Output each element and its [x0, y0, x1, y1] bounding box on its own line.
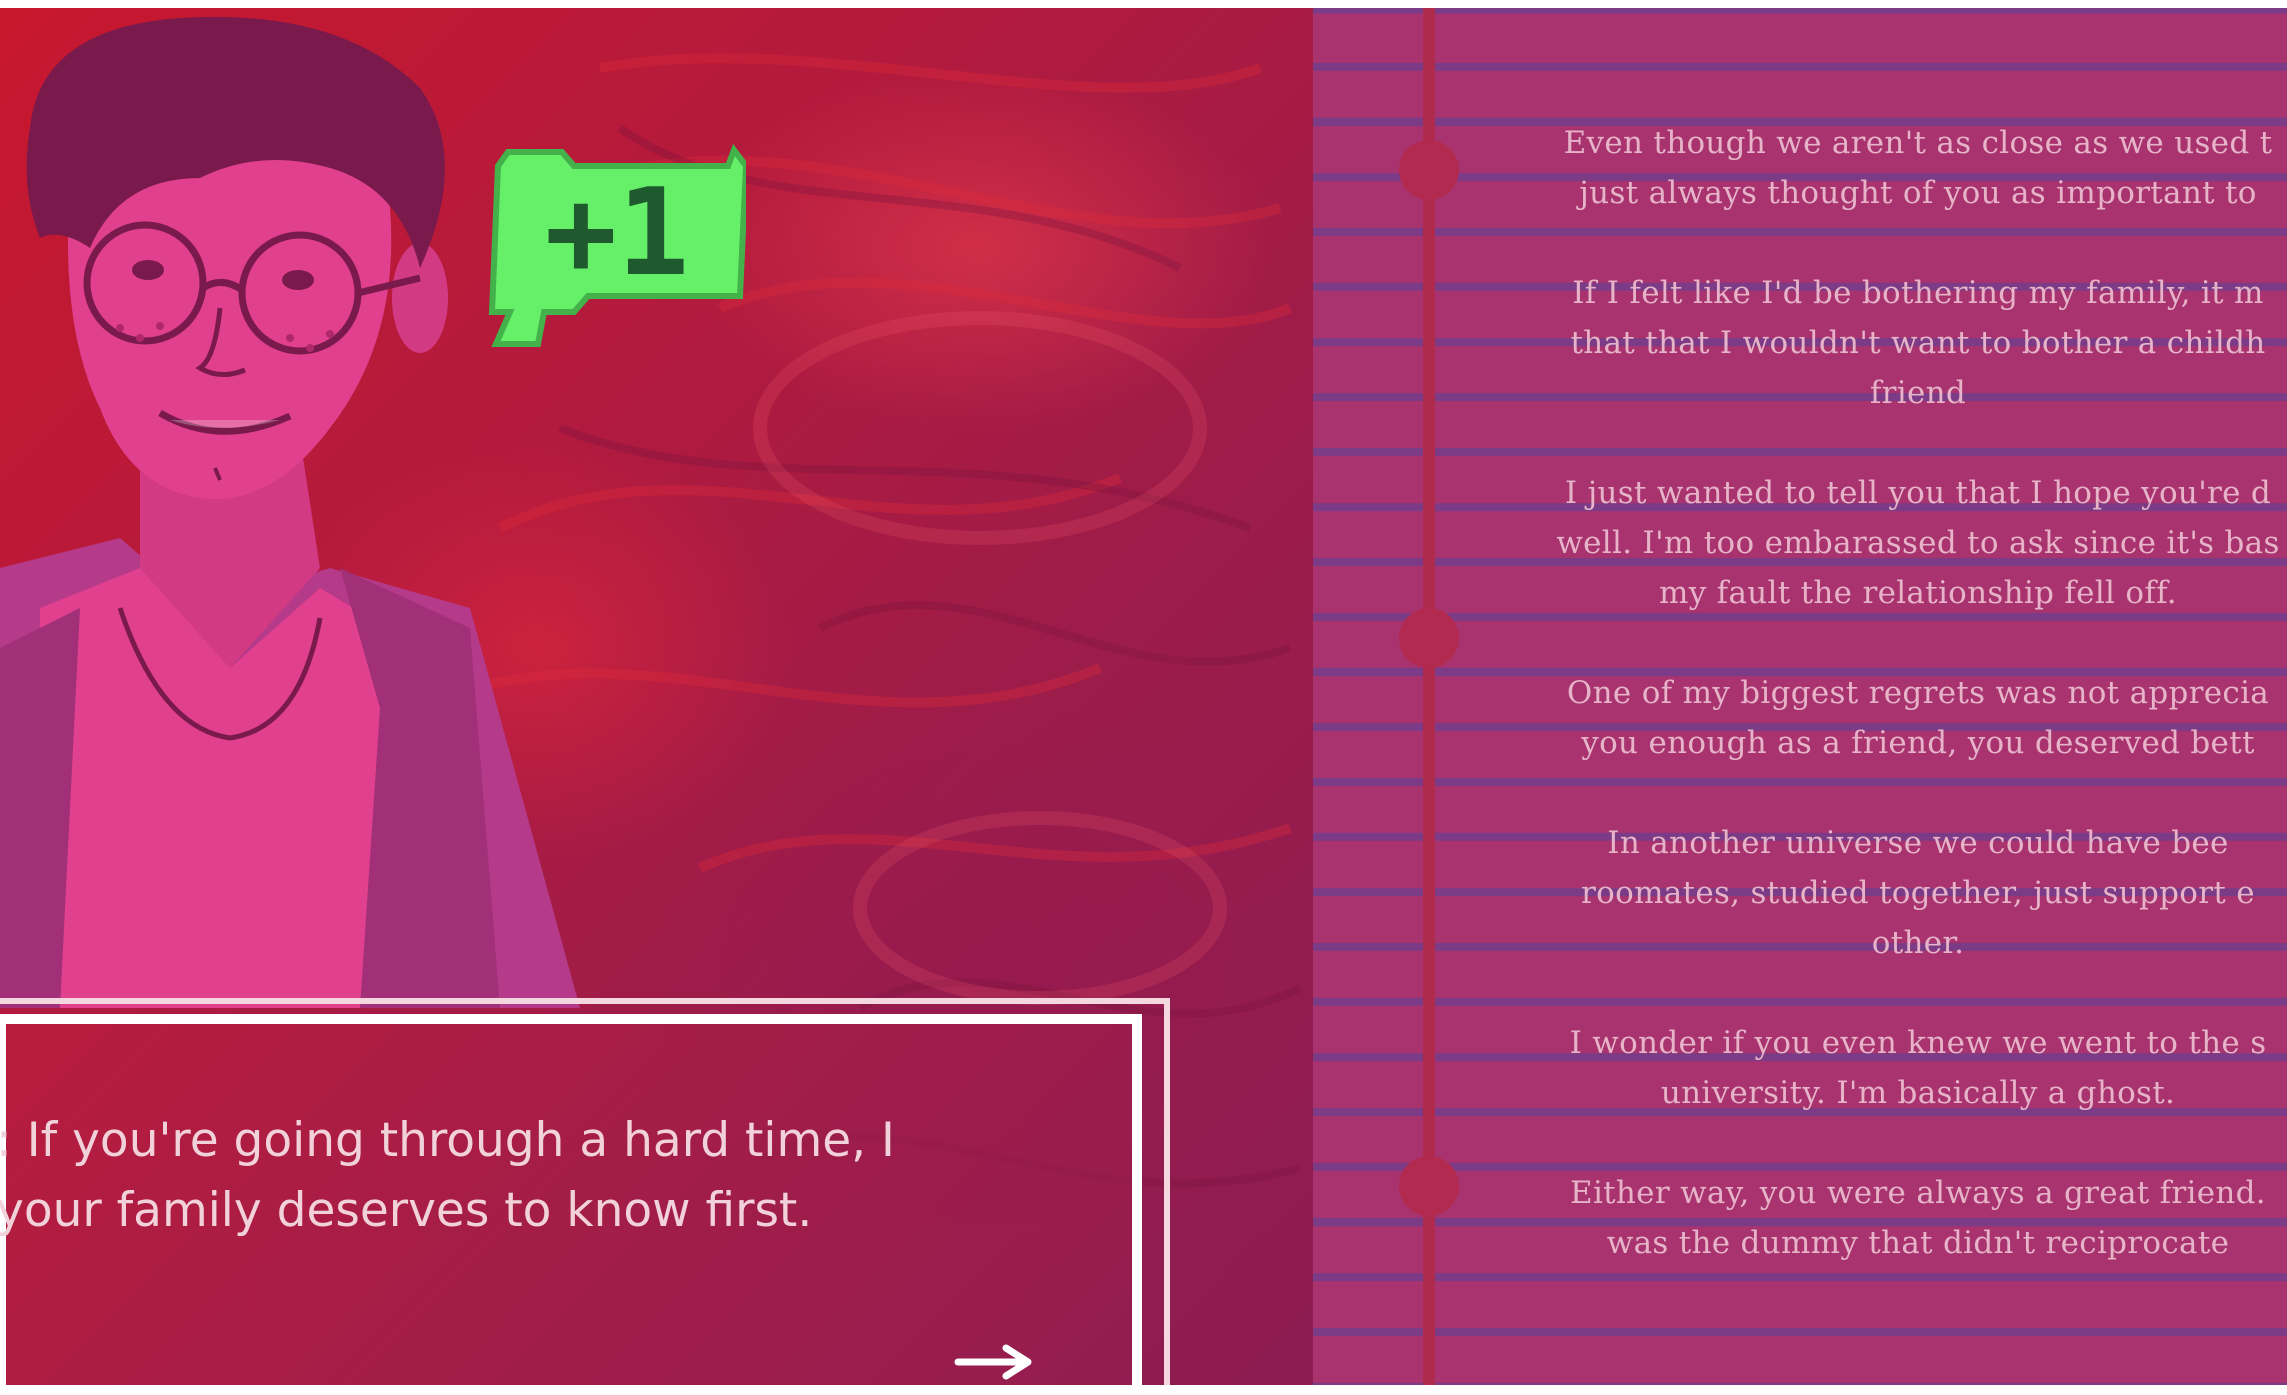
scene-background: +1 : If you're going through a hard time… — [0, 8, 1313, 1385]
notebook-entries: Even though we aren't as close as we use… — [1468, 118, 2287, 1318]
binder-hole — [1399, 140, 1459, 200]
notebook-entry: If I felt like I'd be bothering my famil… — [1570, 275, 2266, 411]
notebook-entry: I wonder if you even knew we went to the… — [1569, 1025, 2267, 1111]
dialogue-text: : If you're going through a hard time, I… — [0, 1113, 895, 1238]
dialogue-panel: : If you're going through a hard time, I… — [0, 1014, 1142, 1385]
arrow-right-icon[interactable] — [954, 1342, 1034, 1382]
points-label: +1 — [544, 164, 690, 303]
dialogue-box[interactable]: : If you're going through a hard time, I… — [0, 998, 1170, 1385]
notebook-entry: One of my biggest regrets was not apprec… — [1566, 675, 2270, 761]
points-badge: +1 — [488, 136, 750, 354]
notebook-entry: Even though we aren't as close as we use… — [1563, 125, 2273, 211]
game-screen: +1 : If you're going through a hard time… — [0, 8, 2287, 1385]
notebook-panel: Even though we aren't as close as we use… — [1313, 8, 2287, 1385]
binder-hole — [1399, 1156, 1459, 1216]
notebook-entry: Either way, you were always a great frie… — [1570, 1175, 2266, 1261]
binder-hole — [1399, 608, 1459, 668]
notebook-entry: I just wanted to tell you that I hope yo… — [1556, 475, 2280, 611]
notebook-entry: In another universe we could have bee ro… — [1581, 825, 2255, 961]
